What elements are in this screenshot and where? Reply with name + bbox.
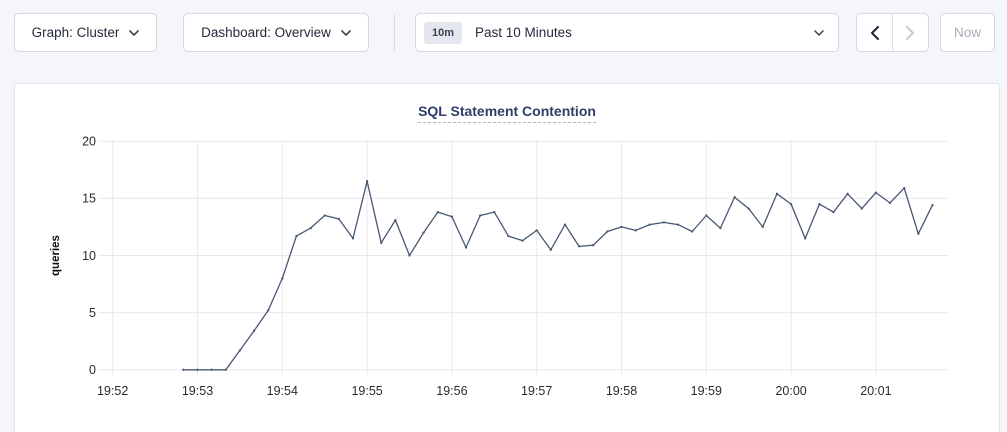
time-step-button-group: [856, 13, 929, 52]
svg-text:0: 0: [89, 363, 96, 377]
chevron-left-icon: [870, 26, 879, 40]
svg-text:19:56: 19:56: [436, 384, 467, 398]
chevron-down-icon: [814, 30, 824, 36]
svg-text:19:55: 19:55: [351, 384, 382, 398]
svg-text:19:58: 19:58: [606, 384, 637, 398]
svg-text:19:53: 19:53: [182, 384, 213, 398]
svg-text:20:01: 20:01: [860, 384, 891, 398]
svg-text:10: 10: [82, 249, 96, 263]
time-range-label: Past 10 Minutes: [475, 25, 814, 40]
svg-text:queries: queries: [50, 235, 62, 276]
svg-text:15: 15: [82, 192, 96, 206]
graph-dropdown[interactable]: Graph: Cluster: [14, 13, 157, 52]
time-range-badge: 10m: [424, 22, 462, 44]
dashboard-dropdown[interactable]: Dashboard: Overview: [183, 13, 369, 52]
svg-text:20:00: 20:00: [775, 384, 806, 398]
dashboard-page: { "page": { "background": "#f5f6fa" }, "…: [0, 0, 1007, 432]
toolbar-divider: [394, 14, 395, 51]
next-time-button[interactable]: [893, 14, 928, 51]
prev-time-button[interactable]: [857, 14, 892, 51]
svg-text:19:57: 19:57: [521, 384, 552, 398]
time-range-picker[interactable]: 10m Past 10 Minutes: [415, 13, 839, 52]
svg-text:19:59: 19:59: [691, 384, 722, 398]
now-button-label: Now: [954, 25, 981, 40]
svg-text:20: 20: [82, 135, 96, 149]
chevron-right-icon: [906, 26, 915, 40]
now-button[interactable]: Now: [940, 13, 995, 52]
dashboard-dropdown-label: Dashboard: Overview: [201, 25, 331, 40]
sql-contention-line-chart: 0 5 10 15 20 19:52 19:53 19:54 19:55 19:56 19:57 19…: [15, 84, 1001, 432]
graph-dropdown-label: Graph: Cluster: [32, 25, 120, 40]
svg-text:19:52: 19:52: [97, 384, 128, 398]
svg-text:5: 5: [89, 306, 96, 320]
chevron-down-icon: [341, 30, 351, 36]
svg-text:19:54: 19:54: [267, 384, 298, 398]
chevron-down-icon: [129, 30, 139, 36]
chart-card: SQL Statement Contention 0510152019:5219…: [14, 83, 1000, 432]
